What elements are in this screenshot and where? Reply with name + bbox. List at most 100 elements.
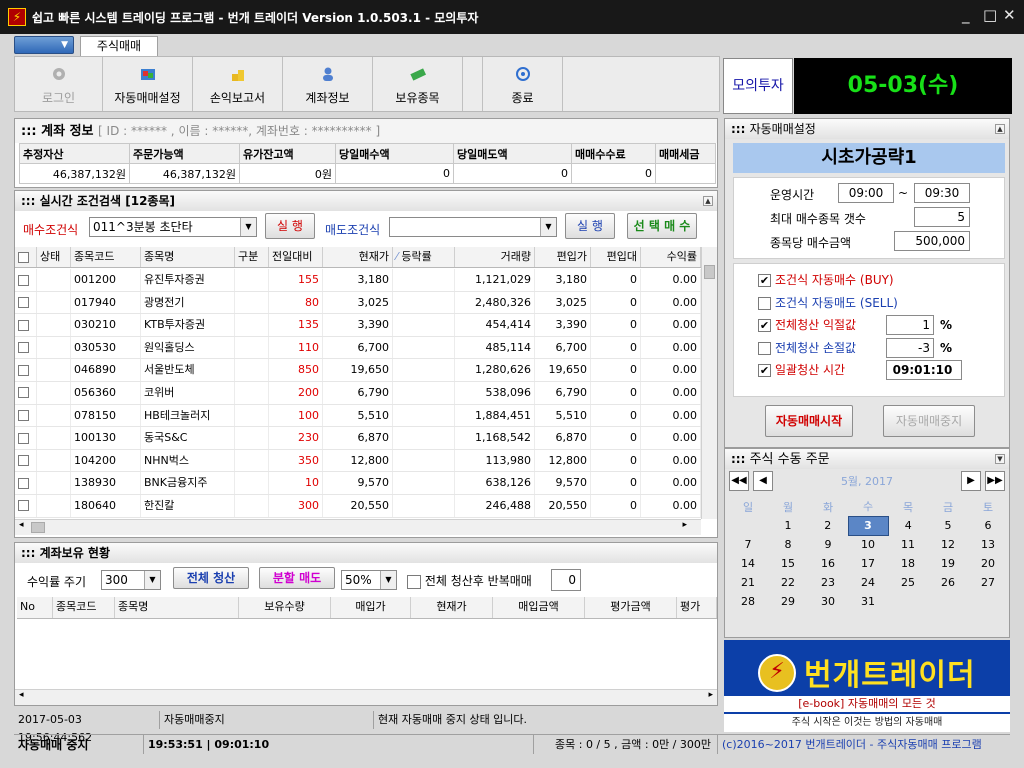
calendar-day[interactable]: 13 bbox=[968, 535, 1008, 554]
holdings-button[interactable]: 보유종목 bbox=[373, 57, 463, 111]
checkbox[interactable] bbox=[758, 296, 771, 310]
auto-option-row[interactable]: ✔ 조건식 자동매수 (BUY) bbox=[758, 270, 998, 290]
checkbox[interactable] bbox=[407, 574, 421, 589]
calendar-day-today[interactable]: 3 bbox=[847, 515, 889, 536]
select-all-checkbox[interactable] bbox=[15, 247, 37, 267]
table-row[interactable]: 017940 광명전기 80 3,025 2,480,326 3,025 0 0.00 bbox=[15, 291, 701, 315]
row-checkbox[interactable] bbox=[15, 404, 37, 427]
checkbox-checked[interactable]: ✔ bbox=[758, 319, 771, 332]
table-row[interactable]: 030210 KTB투자증권 135 3,390 454,414 3,390 0 0.00 bbox=[15, 314, 701, 337]
sell-condition-select[interactable]: ▼ bbox=[389, 217, 557, 237]
calendar-day[interactable]: 1 bbox=[768, 516, 808, 535]
table-row[interactable]: 138930 BNK금융지주 10 9,570 638,126 9,570 0 0.00 bbox=[15, 472, 701, 495]
col-code[interactable]: 종목코드 bbox=[53, 597, 115, 618]
auto-option-row[interactable]: ✔ 일괄청산 시간 09:01:10 bbox=[758, 360, 998, 380]
buy-condition-select[interactable]: 011^3분봉 초단타 ▼ bbox=[89, 217, 257, 237]
col-code[interactable]: 종목코드 bbox=[71, 247, 141, 267]
scroll-thumb[interactable] bbox=[31, 522, 45, 533]
checkbox-checked[interactable]: ✔ bbox=[758, 364, 771, 377]
calendar-day[interactable]: 19 bbox=[928, 554, 968, 573]
scroll-right-icon[interactable]: ▸ bbox=[708, 690, 713, 700]
calendar-day[interactable]: 22 bbox=[768, 573, 808, 592]
col-no[interactable]: No bbox=[17, 597, 53, 618]
pnl-report-button[interactable]: 손익보고서 bbox=[193, 57, 283, 111]
login-button[interactable]: 로그인 bbox=[15, 57, 103, 111]
max-stocks-input[interactable]: 5 bbox=[914, 207, 970, 227]
calendar-day[interactable]: 5 bbox=[928, 516, 968, 535]
maximize-button[interactable]: □ bbox=[983, 6, 997, 24]
calendar-day[interactable]: 10 bbox=[848, 535, 888, 554]
col-change[interactable]: 전일대비 bbox=[269, 247, 323, 267]
calendar-day[interactable]: 27 bbox=[968, 573, 1008, 592]
auto-option-input[interactable]: 09:01:10 bbox=[886, 360, 962, 380]
calendar-day[interactable]: 23 bbox=[808, 573, 848, 592]
checkbox[interactable] bbox=[18, 297, 29, 309]
col-type[interactable]: 구분 bbox=[235, 247, 269, 267]
table-row[interactable]: 046890 서울반도체 850 19,650 1,280,626 19,650 0 0.00 bbox=[15, 359, 701, 382]
row-checkbox[interactable] bbox=[15, 494, 37, 517]
calendar-day[interactable]: 15 bbox=[768, 554, 808, 573]
end-time-input[interactable]: 09:30 bbox=[914, 183, 970, 203]
calendar-day[interactable]: 6 bbox=[968, 516, 1008, 535]
close-button[interactable]: ✕ bbox=[1003, 6, 1016, 24]
checkbox[interactable] bbox=[18, 364, 29, 376]
auto-option-row[interactable]: ✔ 전체청산 익절값 1% bbox=[758, 315, 998, 335]
calendar-day[interactable]: 21 bbox=[728, 573, 768, 592]
col-rate[interactable]: ⁄ 등락률 bbox=[393, 247, 455, 267]
auto-trade-settings-button[interactable]: 자동매매설정 bbox=[103, 57, 193, 111]
checkbox[interactable] bbox=[18, 432, 29, 444]
sell-all-button[interactable]: 전체 청산 bbox=[173, 567, 249, 589]
table-row[interactable]: 001200 유진투자증권 155 3,180 1,121,029 3,180 0 0.00 bbox=[15, 269, 701, 292]
calendar-day[interactable]: 18 bbox=[888, 554, 928, 573]
yield-cycle-select[interactable]: 300 ▼ bbox=[101, 570, 161, 590]
table-row[interactable]: 104200 NHN벅스 350 12,800 113,980 12,800 0 0.00 bbox=[15, 449, 701, 473]
col-name[interactable]: 종목명 bbox=[141, 247, 235, 267]
start-auto-trade-button[interactable]: 자동매매시작 bbox=[765, 405, 853, 437]
calendar-day[interactable]: 25 bbox=[888, 573, 928, 592]
calendar-day[interactable]: 31 bbox=[848, 592, 888, 611]
table-row[interactable]: 056360 코위버 200 6,790 538,096 6,790 0 0.00 bbox=[15, 381, 701, 405]
scroll-thumb[interactable] bbox=[704, 265, 715, 279]
calendar-day[interactable]: 16 bbox=[808, 554, 848, 573]
col-entry-amount[interactable]: 편입대 bbox=[591, 247, 641, 267]
split-percent-select[interactable]: 50% ▼ bbox=[341, 570, 397, 590]
checkbox[interactable] bbox=[18, 477, 29, 489]
sell-run-button[interactable]: 실 행 bbox=[565, 213, 615, 239]
col-current-price[interactable]: 현재가 bbox=[411, 597, 493, 618]
row-checkbox[interactable] bbox=[15, 314, 37, 336]
calendar-day[interactable]: 29 bbox=[768, 592, 808, 611]
calendar-day[interactable]: 17 bbox=[848, 554, 888, 573]
scroll-right-icon[interactable]: ▸ bbox=[682, 520, 687, 530]
checkbox[interactable] bbox=[18, 500, 29, 512]
stop-auto-trade-button[interactable]: 자동매매중지 bbox=[883, 405, 975, 437]
checkbox[interactable] bbox=[18, 274, 29, 286]
col-eval-amount[interactable]: 평가금액 bbox=[585, 597, 677, 618]
collapse-up-icon[interactable]: ▲ bbox=[995, 124, 1005, 134]
next-month-button[interactable]: ▶ bbox=[961, 471, 981, 491]
row-checkbox[interactable] bbox=[15, 449, 37, 472]
table-row[interactable]: 078150 HB테크놀러지 100 5,510 1,884,451 5,510 0 0.00 bbox=[15, 404, 701, 428]
row-checkbox[interactable] bbox=[15, 381, 37, 404]
calendar-day[interactable]: 11 bbox=[888, 535, 928, 554]
auto-option-row[interactable]: 조건식 자동매도 (SELL) bbox=[758, 293, 998, 313]
checkbox[interactable] bbox=[18, 342, 29, 354]
row-checkbox[interactable] bbox=[15, 472, 37, 494]
calendar-day[interactable]: 8 bbox=[768, 535, 808, 554]
checkbox[interactable] bbox=[758, 341, 771, 355]
minimize-button[interactable]: _ bbox=[962, 6, 970, 24]
col-name[interactable]: 종목명 bbox=[115, 597, 239, 618]
col-buy-price[interactable]: 매입가 bbox=[331, 597, 411, 618]
account-info-button[interactable]: 계좌정보 bbox=[283, 57, 373, 111]
select-buy-button[interactable]: 선 택 매 수 bbox=[627, 213, 697, 239]
scroll-left-icon[interactable]: ◂ bbox=[19, 520, 24, 530]
col-price[interactable]: 현재가 bbox=[323, 247, 393, 267]
calendar-day[interactable]: 20 bbox=[968, 554, 1008, 573]
row-checkbox[interactable] bbox=[15, 336, 37, 359]
holdings-horizontal-scrollbar[interactable]: ◂ ▸ bbox=[15, 689, 717, 705]
table-row[interactable]: 100130 동국S&C 230 6,870 1,168,542 6,870 0 0.00 bbox=[15, 427, 701, 450]
collapse-up-icon[interactable]: ▲ bbox=[703, 196, 713, 206]
calendar-day[interactable]: 14 bbox=[728, 554, 768, 573]
start-time-input[interactable]: 09:00 bbox=[838, 183, 894, 203]
repeat-count-input[interactable]: 0 bbox=[551, 569, 581, 591]
calendar-day[interactable]: 26 bbox=[928, 573, 968, 592]
